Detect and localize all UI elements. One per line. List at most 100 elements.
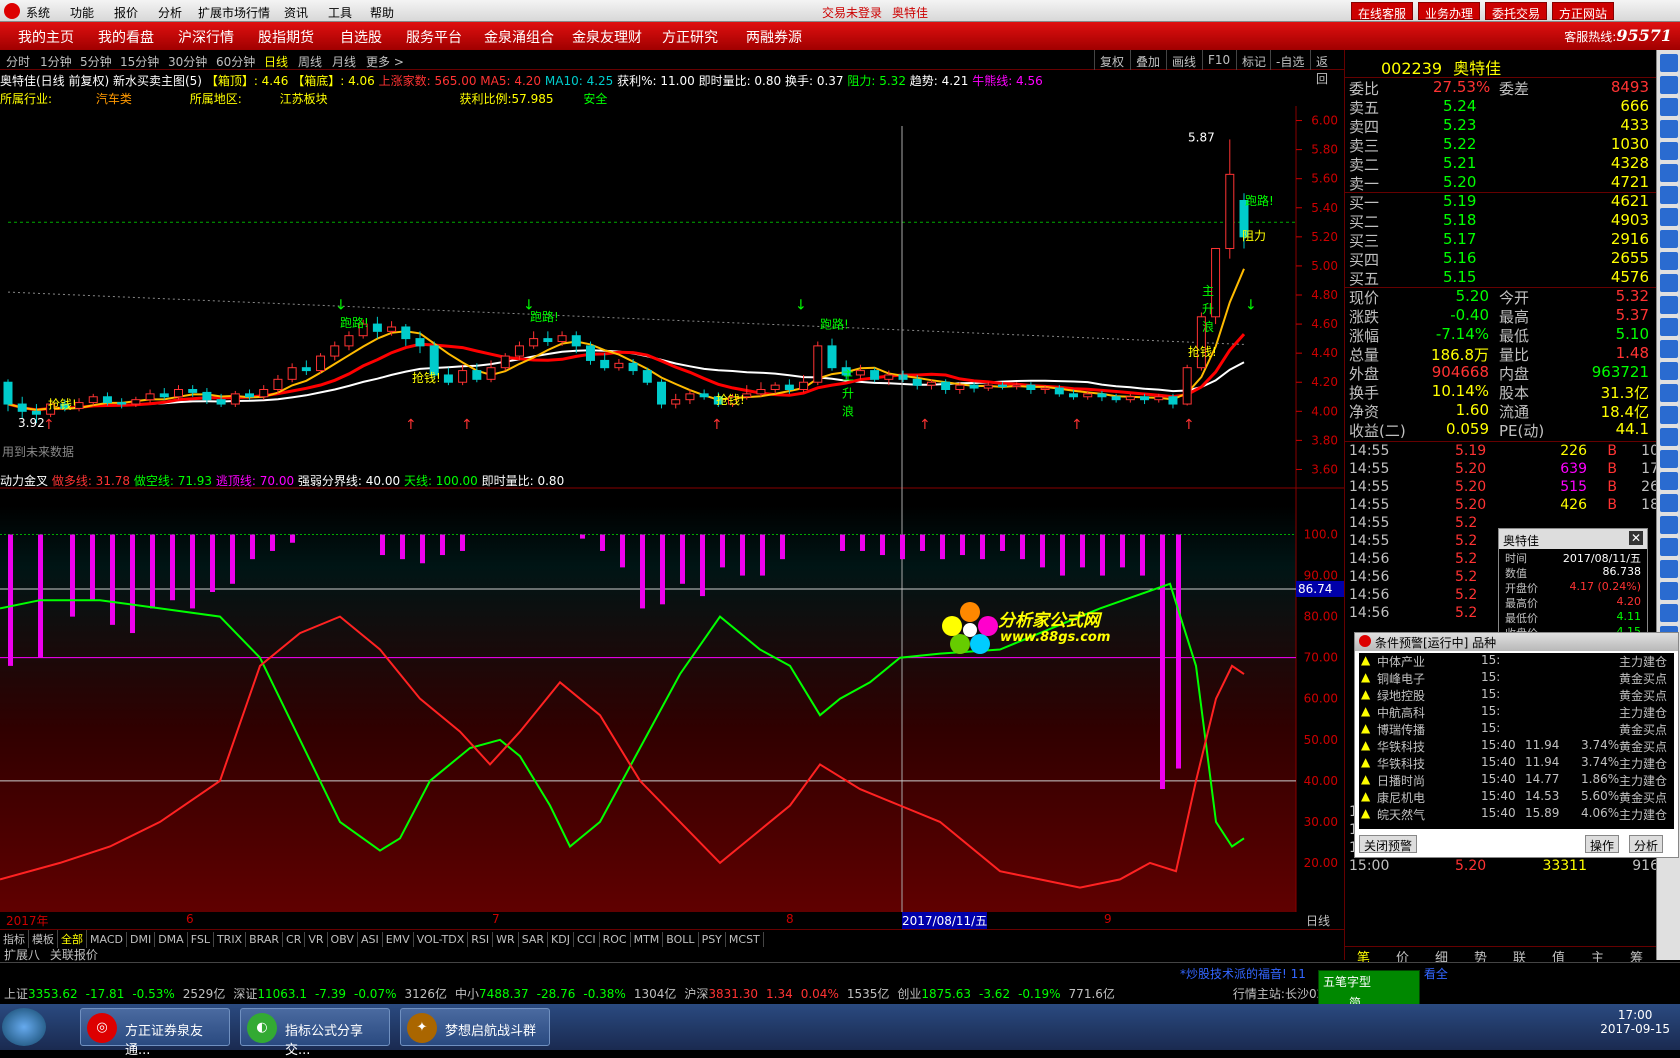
ime-panel[interactable]: 五笔字型 简 [1318,970,1420,1010]
start-button[interactable] [2,1008,46,1046]
tool-remove-fav[interactable]: -自选 [1270,50,1309,70]
indicator-tab[interactable]: RSI [468,932,494,947]
index-item[interactable]: 上证3353.62 -17.81 -0.53% 2529亿 [4,987,225,1001]
toolbar-icon[interactable] [1660,604,1678,622]
tool-draw[interactable]: 画线 [1166,50,1201,70]
toolbar-icon[interactable] [1660,428,1678,446]
alert-row[interactable]: ▲ 中航高科 15: 主力建仓 [1359,704,1674,721]
alert-window[interactable]: 条件预警[运行中] 品种 ▲ 中体产业 15: 主力建仓 ▲ 铜峰电子 15: 黄金买点 ▲ 绿地… [1354,632,1679,858]
bid-row[interactable]: 买一 5.19 4621 [1349,192,1649,212]
toolbar-icon[interactable] [1660,582,1678,600]
toolbar-icon[interactable] [1660,98,1678,116]
alert-row[interactable]: ▲ 皖天然气 15:40 15.89 4.06% 主力建仓 [1359,806,1674,823]
chart-svg[interactable]: 6.00 5.80 5.60 5.40 5.20 5.00 4.80 4.60 4.40 4.20… [0,106,1344,912]
ask-row[interactable]: 卖三 5.22 1030 [1349,135,1649,155]
indicator-tab[interactable]: EMV [383,932,414,947]
toolbar-icon[interactable] [1660,186,1678,204]
nav-service[interactable]: 服务平台 [406,27,462,47]
toolbar-icon[interactable] [1660,472,1678,490]
indicator-tab[interactable]: SAR [519,932,549,947]
menu-function[interactable]: 功能 [70,4,94,21]
toolbar-icon[interactable] [1660,230,1678,248]
toolbar-icon[interactable] [1660,208,1678,226]
tool-back[interactable]: 返回 [1310,50,1344,86]
toolbar-icon[interactable] [1660,384,1678,402]
task-item[interactable]: ✦ 梦想启航战斗群 [400,1008,550,1046]
nav-market[interactable]: 沪深行情 [178,27,234,47]
index-item[interactable]: 创业1875.63 -3.62 -0.19% 771.6亿 [897,987,1115,1001]
index-item[interactable]: 中小7488.37 -28.76 -0.38% 1304亿 [455,987,676,1001]
ext-tab[interactable]: 扩展八 [4,948,40,962]
ext-tab[interactable]: 关联报价 [50,948,98,962]
alert-row[interactable]: ▲ 绿地控股 15: 黄金买点 [1359,687,1674,704]
indicator-tab[interactable]: CCI [574,932,600,947]
indicator-tab[interactable]: VR [305,932,328,947]
bid-row[interactable]: 买四 5.16 2655 [1349,249,1649,269]
toolbar-icon[interactable] [1660,142,1678,160]
nav-favorites[interactable]: 自选股 [340,27,382,47]
ask-row[interactable]: 卖五 5.24 666 [1349,97,1649,117]
toolbar-icon[interactable] [1660,406,1678,424]
menu-quote[interactable]: 报价 [114,4,138,21]
nav-home[interactable]: 我的主页 [18,27,74,47]
ask-row[interactable]: 卖一 5.20 4721 [1349,173,1649,193]
period-tab[interactable]: 分时 [6,53,30,70]
menu-tools[interactable]: 工具 [328,4,352,21]
nav-research[interactable]: 方正研究 [662,27,718,47]
website-button[interactable]: 方正网站 [1552,2,1615,21]
indicator-tab[interactable]: MACD [87,932,127,947]
menu-help[interactable]: 帮助 [370,4,394,21]
indicator-tab[interactable]: ASI [358,932,383,947]
toolbar-icon[interactable] [1660,362,1678,380]
alert-row[interactable]: ▲ 博瑞传播 15: 黄金买点 [1359,721,1674,738]
period-tab[interactable]: 5分钟 [80,53,112,70]
period-tab-more[interactable]: 更多 > [366,53,404,70]
toolbar-icon[interactable] [1660,54,1678,72]
toolbar-icon[interactable] [1660,164,1678,182]
bid-row[interactable]: 买二 5.18 4903 [1349,211,1649,231]
indicator-tab[interactable]: KDJ [548,932,574,947]
alert-row[interactable]: ▲ 华铁科技 15:40 11.94 3.74% 黄金买点 [1359,738,1674,755]
alert-row[interactable]: ▲ 日播时尚 15:40 14.77 1.86% 主力建仓 [1359,772,1674,789]
menu-extended-market[interactable]: 扩展市场行情 [198,4,270,21]
menu-analysis[interactable]: 分析 [158,4,182,21]
bid-row[interactable]: 买三 5.17 2916 [1349,230,1649,250]
menu-system[interactable]: 系统 [26,4,50,21]
tool-f10[interactable]: F10 [1202,50,1235,70]
indicator-tab[interactable]: FSL [188,932,214,947]
ask-row[interactable]: 卖四 5.23 433 [1349,116,1649,136]
period-tab[interactable]: 月线 [332,53,356,70]
indicator-tab[interactable]: WR [493,932,519,947]
task-item[interactable]: ◐ 指标公式分享交... [240,1008,390,1058]
clock[interactable]: 17:00 2017-09-15 [1600,1008,1670,1036]
indicator-tab[interactable]: PSY [699,932,726,947]
task-item[interactable]: ◎ 方正证券泉友通... [80,1008,230,1058]
period-tab[interactable]: 60分钟 [216,53,255,70]
indicator-tab[interactable]: TRIX [214,932,247,947]
chart-area[interactable]: 分时 1分钟 5分钟 15分钟 30分钟 60分钟 日线 周线 月线 更多 > … [0,50,1344,938]
indicator-tab[interactable]: BRAR [246,932,284,947]
period-tab-selected[interactable]: 日线 [264,53,288,70]
period-tab[interactable]: 15分钟 [120,53,159,70]
period-tab[interactable]: 周线 [298,53,322,70]
nav-finance[interactable]: 金泉友理财 [572,27,642,47]
toolbar-icon[interactable] [1660,340,1678,358]
close-alert-button[interactable]: 关闭预警 [1359,835,1418,853]
toolbar-icon[interactable] [1660,318,1678,336]
business-button[interactable]: 业务办理 [1418,2,1481,21]
indicator-tab[interactable]: MTM [631,932,664,947]
bid-row[interactable]: 买五 5.15 4576 [1349,268,1649,288]
alert-row[interactable]: ▲ 华铁科技 15:40 11.94 3.74% 主力建仓 [1359,755,1674,772]
indicator-tab[interactable]: VOL-TDX [414,932,469,947]
nav-margin[interactable]: 两融券源 [746,27,802,47]
toolbar-icon[interactable] [1660,120,1678,138]
toolbar-icon[interactable] [1660,76,1678,94]
indicator-tab[interactable]: DMA [155,932,188,947]
toolbar-icon[interactable] [1660,516,1678,534]
ask-row[interactable]: 卖二 5.21 4328 [1349,154,1649,174]
tool-mark[interactable]: 标记 [1236,50,1271,70]
nav-watch[interactable]: 我的看盘 [98,27,154,47]
toolbar-icon[interactable] [1660,494,1678,512]
analyze-button[interactable]: 分析 [1629,835,1664,853]
close-icon[interactable]: ✕ [1629,531,1643,545]
